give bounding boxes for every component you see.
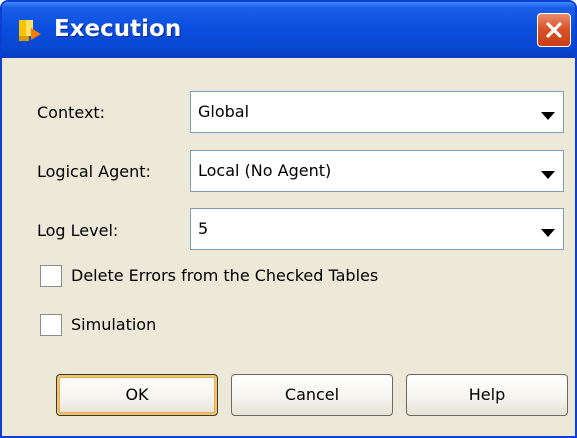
log-level-select[interactable]: 5 — [190, 208, 564, 250]
chevron-down-icon[interactable] — [541, 106, 555, 125]
logical-agent-label: Logical Agent: — [37, 162, 151, 181]
log-level-label: Log Level: — [37, 221, 119, 240]
context-value: Global — [198, 102, 250, 121]
delete-errors-label[interactable]: Delete Errors from the Checked Tables — [71, 266, 378, 286]
cancel-button[interactable]: Cancel — [231, 374, 393, 416]
ok-button[interactable]: OK — [56, 374, 218, 416]
logical-agent-select[interactable]: Local (No Agent) — [190, 150, 564, 192]
logical-agent-value: Local (No Agent) — [198, 161, 332, 180]
help-button[interactable]: Help — [406, 374, 568, 416]
dialog-body: Context: Global Logical Agent: Local (No… — [2, 58, 575, 436]
window-title: Execution — [54, 16, 182, 42]
execution-dialog: Execution Context: Global Logical Agent:… — [0, 0, 577, 438]
delete-errors-checkbox[interactable] — [40, 265, 62, 287]
execution-app-icon — [17, 18, 43, 44]
close-button[interactable] — [537, 13, 571, 47]
title-bar[interactable]: Execution — [2, 2, 575, 58]
chevron-down-icon[interactable] — [541, 165, 555, 184]
simulation-label[interactable]: Simulation — [71, 315, 156, 335]
log-level-value: 5 — [198, 219, 209, 238]
chevron-down-icon[interactable] — [541, 223, 555, 242]
context-label: Context: — [37, 103, 106, 122]
context-select[interactable]: Global — [190, 91, 564, 133]
simulation-checkbox[interactable] — [40, 314, 62, 336]
